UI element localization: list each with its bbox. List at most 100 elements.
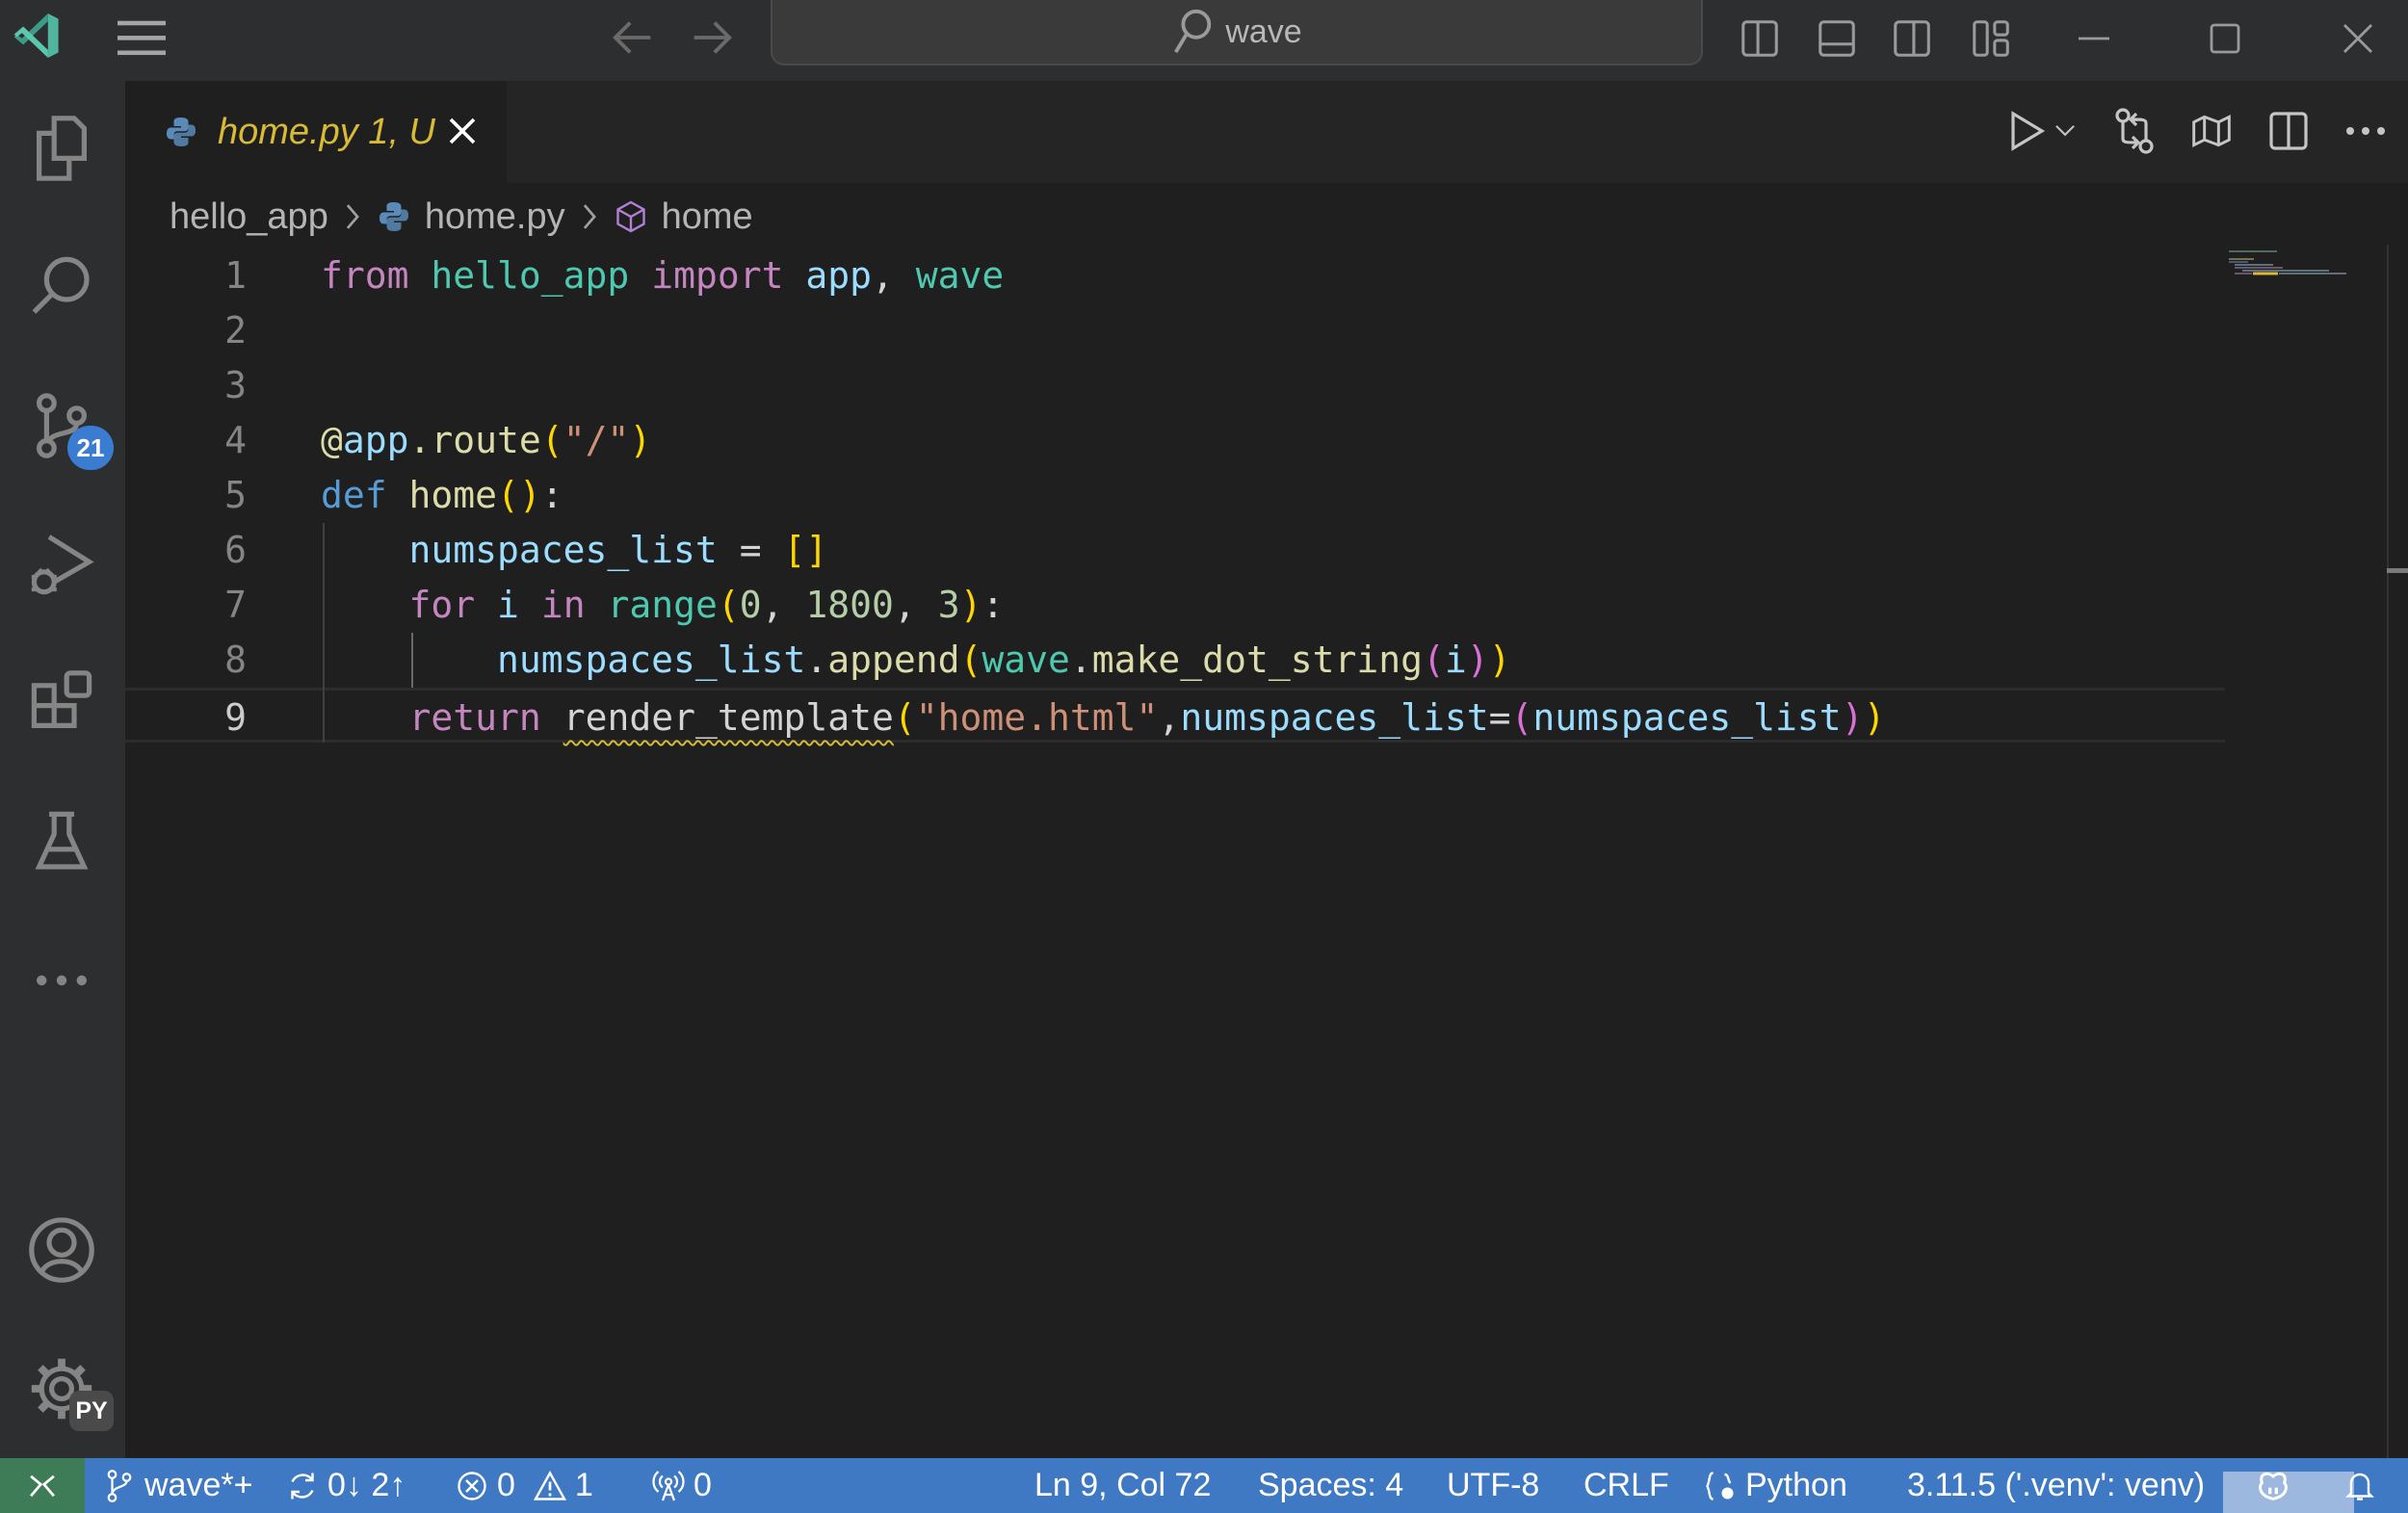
- toggle-panel-icon: [1819, 20, 1855, 57]
- open-changes-button[interactable]: [2107, 104, 2161, 158]
- code-token: .: [805, 639, 828, 681]
- back-arrow-icon[interactable]: [609, 13, 659, 62]
- activity-search[interactable]: [13, 239, 110, 335]
- activity-run-debug[interactable]: [13, 516, 110, 613]
- code-text: for i in range(0, 1800, 3):: [321, 578, 1005, 633]
- cursor-position[interactable]: Ln 9, Col 72: [1034, 1458, 1211, 1513]
- code-line[interactable]: 9 return render_template("home.html",num…: [125, 688, 2225, 743]
- split-editor-button[interactable]: [2262, 104, 2316, 158]
- code-line[interactable]: 4 @app.route("/"): [125, 413, 2225, 468]
- line-number: 9: [224, 696, 247, 739]
- tab-home-py[interactable]: home.py 1, U: [125, 81, 507, 183]
- title-bar: wave: [0, 0, 2408, 81]
- line-number: 1: [224, 254, 247, 297]
- run-dropdown-icon: [2055, 125, 2075, 137]
- symbol-method-icon: [615, 200, 645, 233]
- bell-icon: [2345, 1473, 2374, 1500]
- status-bar: wave*+ 0↓ 2↑ 0 1 0 Ln 9, Col 72 Spaces: …: [0, 1458, 2408, 1513]
- remote-indicator[interactable]: [0, 1458, 85, 1513]
- ports-indicator[interactable]: 0: [651, 1458, 712, 1513]
- code-token: =: [717, 529, 784, 571]
- vscode-logo-icon: [13, 13, 59, 58]
- git-branch-icon: [107, 1469, 132, 1502]
- close-window-button[interactable]: [2329, 10, 2387, 67]
- encoding-text: UTF-8: [1447, 1467, 1540, 1503]
- breadcrumb-file[interactable]: home.py: [425, 196, 565, 238]
- git-branch[interactable]: wave*+: [102, 1458, 252, 1513]
- code-line[interactable]: 1 from hello_app import app, wave: [125, 248, 2225, 303]
- forward-arrow-icon[interactable]: [686, 13, 736, 62]
- code-editor[interactable]: 1 from hello_app import app, wave 2 3 4 @app.…: [125, 245, 2408, 1458]
- code-token: ): [1488, 639, 1511, 681]
- code-text: @app.route("/"): [321, 413, 651, 468]
- code-line[interactable]: 6 numspaces_list = []: [125, 523, 2225, 578]
- code-token: (): [497, 474, 541, 516]
- interpreter-text: 3.11.5 ('.venv': venv): [1907, 1467, 2206, 1503]
- activity-more[interactable]: [13, 932, 110, 1029]
- customize-layout-button[interactable]: [1965, 10, 2017, 67]
- ports-count: 0: [694, 1467, 712, 1503]
- code-token: (: [717, 584, 740, 626]
- code-token-warning: render_template: [563, 696, 894, 739]
- activity-accounts[interactable]: [13, 1202, 110, 1298]
- minimap[interactable]: [2225, 245, 2369, 322]
- code-token: ): [1841, 696, 1864, 739]
- tab-label: home.py 1, U: [218, 111, 435, 152]
- warning-count: 1: [574, 1467, 593, 1503]
- code-token: i: [497, 584, 519, 626]
- code-token: range: [607, 584, 718, 626]
- minimize-button[interactable]: [2065, 10, 2123, 67]
- breadcrumb-symbol[interactable]: home: [662, 196, 753, 238]
- toggle-panel-button[interactable]: [1811, 10, 1863, 67]
- code-token: (: [540, 419, 563, 461]
- maximize-button[interactable]: [2196, 10, 2254, 67]
- run-dropdown-button[interactable]: [2048, 104, 2082, 158]
- activity-extensions[interactable]: [13, 655, 110, 751]
- code-line[interactable]: 2: [125, 303, 2225, 358]
- line-number: 4: [224, 419, 247, 461]
- activity-manage[interactable]: PY: [13, 1341, 114, 1437]
- copilot-icon: [2259, 1472, 2288, 1500]
- more-actions-icon: [2346, 127, 2385, 135]
- code-line[interactable]: 3: [125, 358, 2225, 413]
- code-token: in: [540, 584, 586, 626]
- indentation-selector[interactable]: Spaces: 4: [1258, 1458, 1403, 1513]
- problems-indicator[interactable]: 0 1: [455, 1458, 593, 1513]
- python-interpreter-selector[interactable]: 3.11.5 ('.venv': venv): [1907, 1458, 2205, 1513]
- breadcrumb-folder[interactable]: hello_app: [170, 196, 328, 238]
- notifications-button[interactable]: [2343, 1458, 2377, 1513]
- activity-source-control[interactable]: 21: [13, 378, 114, 474]
- command-center-search[interactable]: wave: [771, 0, 1703, 65]
- more-actions-button[interactable]: [2339, 104, 2393, 158]
- code-token: ,: [893, 584, 938, 626]
- toggle-secondary-sidebar-button[interactable]: [1886, 10, 1938, 67]
- close-tab-icon[interactable]: [443, 112, 482, 150]
- code-token: ,: [872, 254, 916, 297]
- code-token: 3: [937, 584, 960, 626]
- run-python-file-button[interactable]: [2000, 104, 2054, 158]
- activity-testing[interactable]: [13, 794, 110, 890]
- code-token: =: [1488, 696, 1511, 739]
- encoding-selector[interactable]: UTF-8: [1447, 1458, 1539, 1513]
- code-token: .: [1069, 639, 1092, 681]
- activity-explorer[interactable]: [13, 100, 110, 196]
- vertical-scrollbar[interactable]: [2387, 245, 2389, 1458]
- line-number: 2: [224, 309, 247, 352]
- open-preview-button[interactable]: [2185, 104, 2238, 158]
- git-sync[interactable]: 0↓ 2↑: [285, 1458, 406, 1513]
- code-line[interactable]: 5 def home():: [125, 468, 2225, 523]
- language-mode-selector[interactable]: Python: [1703, 1458, 1847, 1513]
- menu-icon[interactable]: [114, 13, 170, 62]
- code-line[interactable]: 7 for i in range(0, 1800, 3):: [125, 578, 2225, 633]
- code-token: import: [651, 254, 784, 297]
- code-text: from hello_app import app, wave: [321, 248, 1004, 303]
- code-token: from: [321, 254, 409, 297]
- toggle-primary-sidebar-button[interactable]: [1734, 10, 1786, 67]
- copilot-button[interactable]: [2254, 1458, 2292, 1513]
- error-count: 0: [497, 1467, 515, 1503]
- code-line[interactable]: 8 numspaces_list.append(wave.make_dot_st…: [125, 633, 2225, 688]
- code-token: append: [827, 639, 960, 681]
- eol-selector[interactable]: CRLF: [1584, 1458, 1669, 1513]
